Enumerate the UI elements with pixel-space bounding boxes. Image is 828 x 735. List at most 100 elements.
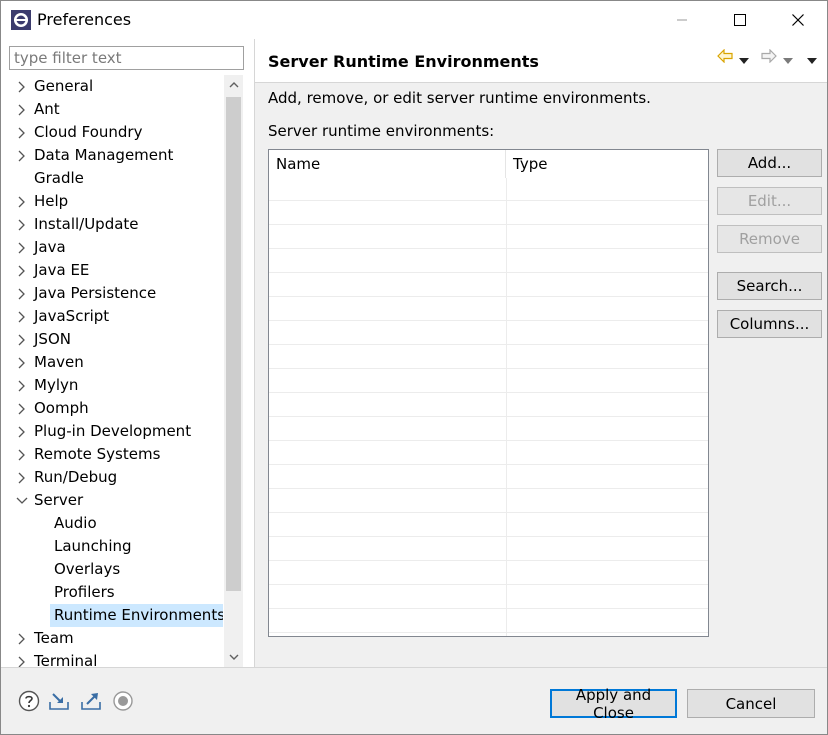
forward-history-dropdown[interactable] — [783, 51, 793, 69]
tree-item[interactable]: General — [1, 75, 223, 98]
chevron-right-icon[interactable] — [15, 190, 29, 213]
back-history-dropdown[interactable] — [739, 51, 749, 69]
tree-item[interactable]: Run/Debug — [1, 466, 223, 489]
tree-item[interactable]: Java Persistence — [1, 282, 223, 305]
column-header-name[interactable]: Name — [269, 150, 506, 178]
tree-item[interactable]: Audio — [1, 512, 223, 535]
dialog-footer: Apply and Close Cancel — [1, 667, 827, 734]
tree-item[interactable]: Profilers — [1, 581, 223, 604]
minimize-button[interactable] — [653, 1, 711, 39]
help-icon[interactable] — [18, 690, 40, 712]
import-icon[interactable] — [48, 690, 70, 712]
tree-item[interactable]: JSON — [1, 328, 223, 351]
scroll-up-arrow[interactable] — [224, 75, 243, 95]
tree-item[interactable]: Mylyn — [1, 374, 223, 397]
tree-item[interactable]: Java EE — [1, 259, 223, 282]
tree-item[interactable]: JavaScript — [1, 305, 223, 328]
cancel-button[interactable]: Cancel — [687, 689, 815, 718]
runtime-environments-table[interactable]: Name Type — [268, 149, 709, 637]
tree-item[interactable]: Maven — [1, 351, 223, 374]
tree-item[interactable]: Data Management — [1, 144, 223, 167]
apply-and-close-button[interactable]: Apply and Close — [550, 686, 677, 722]
tree-item-label: JSON — [34, 330, 71, 348]
page-header: Server Runtime Environments — [255, 39, 827, 83]
chevron-right-icon[interactable] — [15, 397, 29, 420]
tree-item[interactable]: Terminal — [1, 650, 223, 667]
tree-item[interactable]: Ant — [1, 98, 223, 121]
tree-item[interactable]: Server — [1, 489, 223, 512]
table-row-line — [269, 296, 708, 297]
tree-item-label: Launching — [54, 537, 132, 555]
forward-arrow-icon — [761, 48, 777, 64]
tree-item[interactable]: Team — [1, 627, 223, 650]
remove-button[interactable]: Remove — [717, 225, 822, 253]
chevron-right-icon[interactable] — [15, 305, 29, 328]
page-description: Add, remove, or edit server runtime envi… — [268, 89, 651, 107]
tree-item-label: Team — [34, 629, 74, 647]
chevron-right-icon[interactable] — [15, 466, 29, 489]
tree-item-label: Java — [34, 238, 66, 256]
dropdown-triangle-icon — [739, 58, 749, 64]
table-row-line — [269, 488, 708, 489]
chevron-right-icon[interactable] — [15, 374, 29, 397]
view-menu-button[interactable] — [807, 51, 817, 69]
tree-scrollbar[interactable] — [224, 75, 243, 667]
table-row-line — [269, 392, 708, 393]
maximize-button[interactable] — [711, 1, 769, 39]
maximize-icon — [734, 14, 746, 26]
chevron-right-icon[interactable] — [15, 75, 29, 98]
tree-item[interactable]: Runtime Environments — [1, 604, 223, 627]
scroll-down-arrow[interactable] — [224, 647, 243, 667]
column-separator — [506, 178, 507, 636]
tree-item[interactable]: Cloud Foundry — [1, 121, 223, 144]
scroll-thumb[interactable] — [226, 97, 241, 591]
chevron-right-icon[interactable] — [15, 282, 29, 305]
column-header-type[interactable]: Type — [506, 150, 708, 178]
chevron-right-icon[interactable] — [15, 420, 29, 443]
chevron-right-icon[interactable] — [15, 144, 29, 167]
chevron-right-icon[interactable] — [15, 213, 29, 236]
tree-item-label: Maven — [34, 353, 84, 371]
tree-item-label: Plug-in Development — [34, 422, 192, 440]
record-icon[interactable] — [112, 690, 134, 712]
chevron-right-icon[interactable] — [15, 443, 29, 466]
chevron-right-icon[interactable] — [15, 98, 29, 121]
chevron-right-icon[interactable] — [15, 351, 29, 374]
tree-item[interactable]: Install/Update — [1, 213, 223, 236]
export-icon[interactable] — [80, 690, 102, 712]
edit-button[interactable]: Edit... — [717, 187, 822, 215]
tree-item[interactable]: Help — [1, 190, 223, 213]
table-row-line — [269, 416, 708, 417]
forward-button[interactable] — [761, 48, 777, 67]
table-row-line — [269, 200, 708, 201]
tree-item[interactable]: Java — [1, 236, 223, 259]
tree-item[interactable]: Overlays — [1, 558, 223, 581]
filter-input[interactable] — [9, 46, 244, 70]
table-row-line — [269, 344, 708, 345]
tree-item[interactable]: Oomph — [1, 397, 223, 420]
chevron-right-icon[interactable] — [15, 650, 29, 667]
columns-button[interactable]: Columns... — [717, 310, 822, 338]
tree-item[interactable]: Remote Systems — [1, 443, 223, 466]
chevron-right-icon[interactable] — [15, 328, 29, 351]
tree-item-label: Run/Debug — [34, 468, 118, 486]
close-button[interactable] — [769, 1, 827, 39]
tree-item-label: Data Management — [34, 146, 174, 164]
back-button[interactable] — [717, 48, 733, 67]
search-button[interactable]: Search... — [717, 272, 822, 300]
tree-item-label: JavaScript — [34, 307, 110, 325]
view-menu-icon — [807, 58, 817, 64]
tree-item-label: Gradle — [34, 169, 84, 187]
chevron-right-icon[interactable] — [15, 121, 29, 144]
chevron-down-icon[interactable] — [15, 489, 29, 512]
chevron-right-icon[interactable] — [15, 627, 29, 650]
tree-item[interactable]: Launching — [1, 535, 223, 558]
tree-item[interactable]: Plug-in Development — [1, 420, 223, 443]
tree-item-label: General — [34, 77, 94, 95]
chevron-right-icon[interactable] — [15, 236, 29, 259]
add-button[interactable]: Add... — [717, 149, 822, 177]
chevron-right-icon[interactable] — [15, 259, 29, 282]
table-row-line — [269, 272, 708, 273]
tree-item[interactable]: Gradle — [1, 167, 223, 190]
chevron-up-icon — [229, 82, 238, 88]
